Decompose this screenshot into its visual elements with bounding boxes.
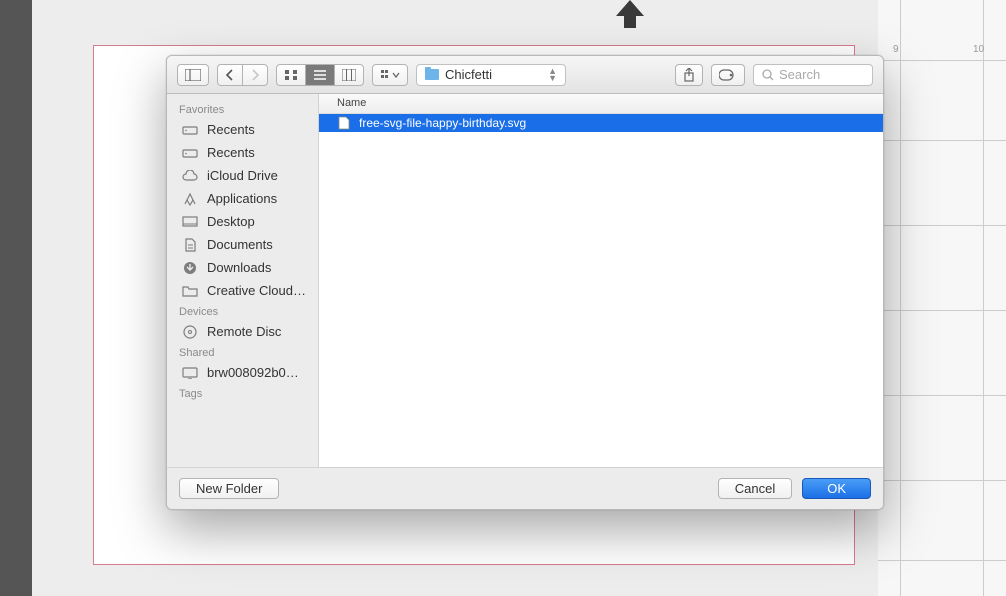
ruler-area: 9 10 (878, 0, 1006, 596)
sidebar-item[interactable]: iCloud Drive (167, 164, 318, 187)
group-by-button[interactable] (372, 64, 408, 86)
file-open-dialog: Chicfetti ▲▼ Search Favorites Recents Rece… (166, 55, 884, 510)
doc-icon (181, 238, 199, 252)
disc-icon (181, 325, 199, 339)
sidebar-heading: Shared (167, 343, 318, 361)
toggle-sidebar-button[interactable] (177, 64, 209, 86)
ok-button[interactable]: OK (802, 478, 871, 499)
search-icon (762, 69, 774, 81)
sidebar-item-label: brw008092b0… (207, 365, 299, 380)
sidebar-item[interactable]: Downloads (167, 256, 318, 279)
ruler-mark: 10 (973, 44, 984, 55)
folder-icon (181, 284, 199, 298)
path-selector[interactable]: Chicfetti ▲▼ (416, 64, 566, 86)
column-header-name[interactable]: Name (319, 94, 883, 114)
sidebar-item[interactable]: brw008092b0… (167, 361, 318, 384)
sidebar-heading: Tags (167, 384, 318, 402)
sidebar-item-label: Remote Disc (207, 324, 281, 339)
sidebar-item-label: iCloud Drive (207, 168, 278, 183)
sidebar-heading: Favorites (167, 100, 318, 118)
chevron-updown-icon: ▲▼ (548, 68, 557, 82)
forward-button[interactable] (242, 64, 268, 86)
sidebar-item-label: Downloads (207, 260, 271, 275)
back-button[interactable] (217, 64, 242, 86)
search-input[interactable]: Search (753, 64, 873, 86)
app-dark-sidebar (0, 0, 32, 596)
desktop-icon (181, 215, 199, 229)
path-label: Chicfetti (445, 67, 492, 82)
icon-view-button[interactable] (276, 64, 305, 86)
search-placeholder: Search (779, 67, 820, 82)
cloud-icon (181, 169, 199, 183)
sidebar-heading: Devices (167, 302, 318, 320)
apps-icon (181, 192, 199, 206)
monitor-icon (181, 366, 199, 380)
ruler-mark: 9 (893, 44, 899, 55)
drive-icon (181, 146, 199, 160)
new-folder-button[interactable]: New Folder (179, 478, 279, 499)
sidebar-item-label: Creative Cloud… (207, 283, 306, 298)
cancel-button[interactable]: Cancel (718, 478, 792, 499)
sidebar-item[interactable]: Recents (167, 118, 318, 141)
nav-buttons (217, 64, 268, 86)
tags-button[interactable] (711, 64, 745, 86)
sidebar-item[interactable]: Documents (167, 233, 318, 256)
arrow-down-icon (610, 0, 650, 30)
folder-icon (425, 69, 439, 80)
file-rows: free-svg-file-happy-birthday.svg (319, 114, 883, 467)
view-mode-buttons (276, 64, 364, 86)
share-button[interactable] (675, 64, 703, 86)
sidebar-item[interactable]: Applications (167, 187, 318, 210)
sidebar-item-label: Recents (207, 145, 255, 160)
sidebar-item-label: Applications (207, 191, 277, 206)
sidebar: Favorites Recents Recents iCloud Drive Appli… (167, 94, 319, 467)
sidebar-item-label: Documents (207, 237, 273, 252)
sidebar-item-label: Recents (207, 122, 255, 137)
column-view-button[interactable] (334, 64, 364, 86)
file-row[interactable]: free-svg-file-happy-birthday.svg (319, 114, 883, 132)
dialog-footer: New Folder Cancel OK (167, 467, 883, 509)
dialog-toolbar: Chicfetti ▲▼ Search (167, 56, 883, 94)
sidebar-item[interactable]: Recents (167, 141, 318, 164)
file-name: free-svg-file-happy-birthday.svg (359, 116, 526, 130)
file-icon (337, 116, 351, 130)
file-list: Name free-svg-file-happy-birthday.svg (319, 94, 883, 467)
sidebar-item[interactable]: Remote Disc (167, 320, 318, 343)
sidebar-item-label: Desktop (207, 214, 255, 229)
drive-icon (181, 123, 199, 137)
sidebar-item[interactable]: Creative Cloud… (167, 279, 318, 302)
download-icon (181, 261, 199, 275)
list-view-button[interactable] (305, 64, 334, 86)
sidebar-item[interactable]: Desktop (167, 210, 318, 233)
